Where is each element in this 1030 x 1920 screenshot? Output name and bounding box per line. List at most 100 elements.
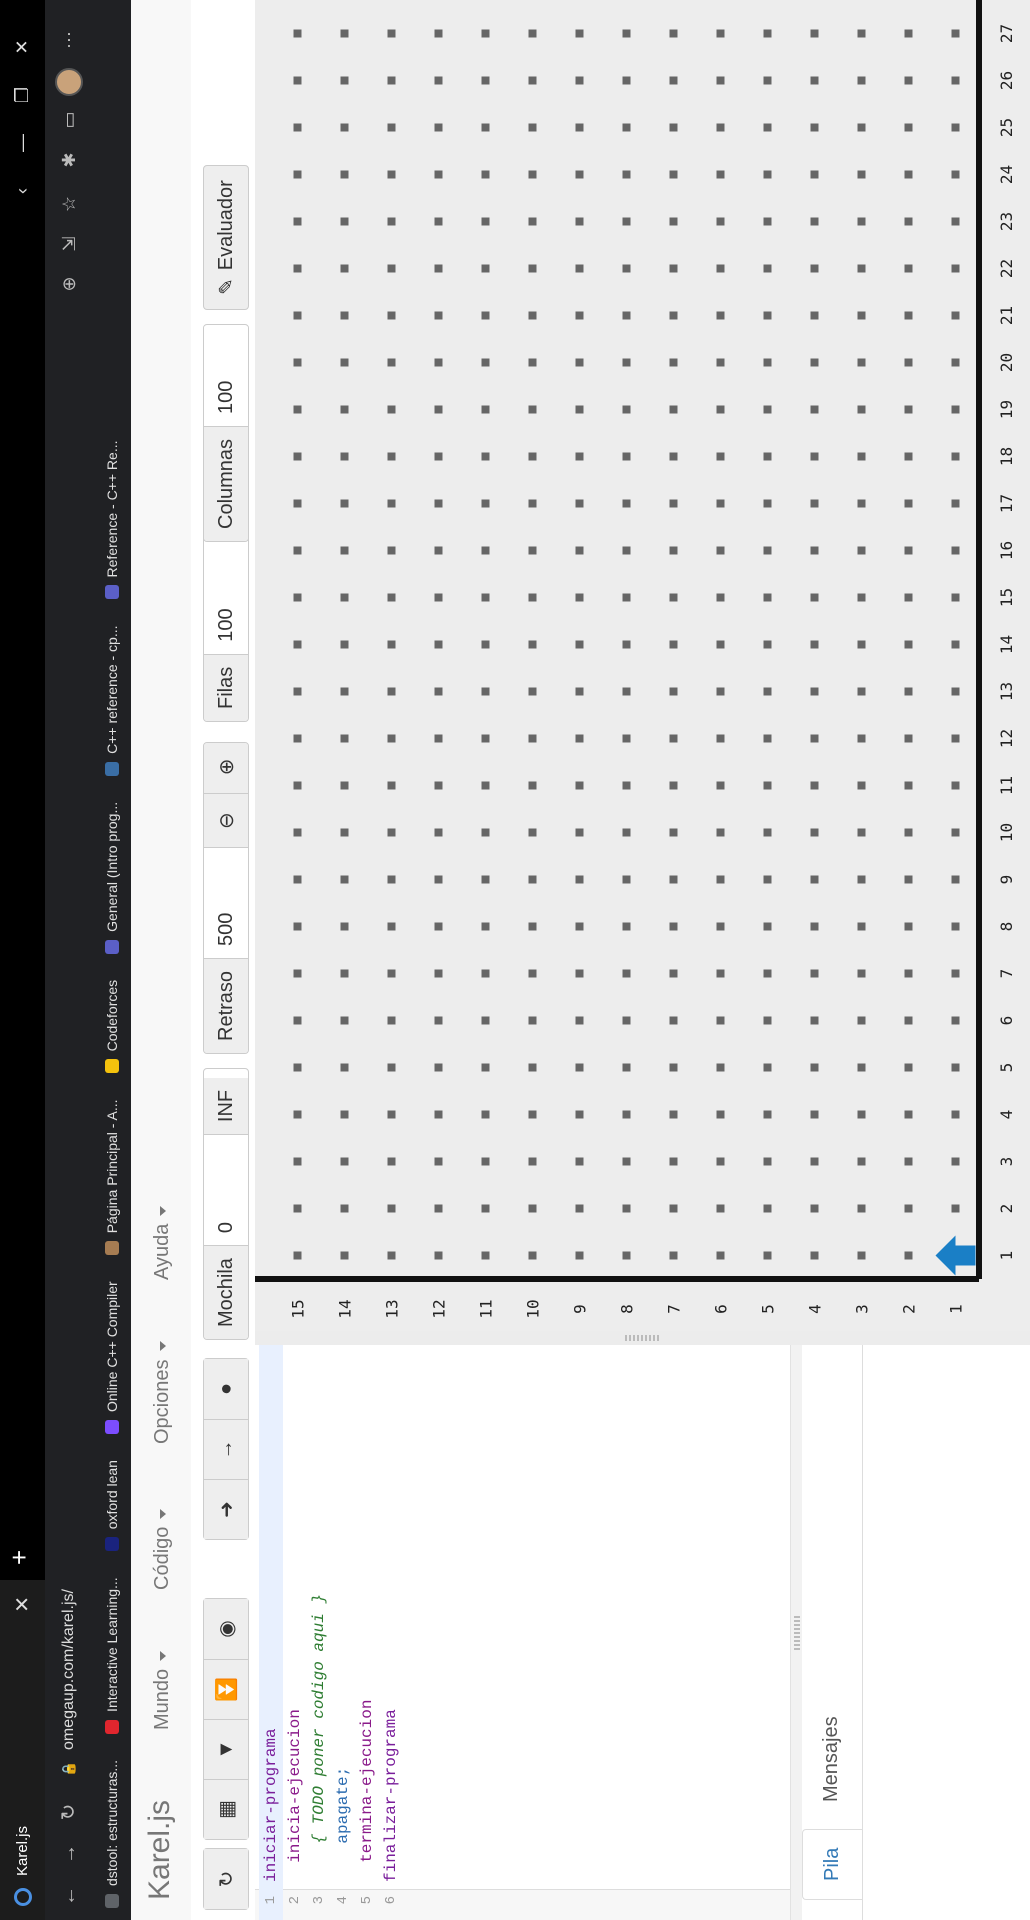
grid-dot <box>481 734 490 743</box>
faster-button[interactable]: ⊕ <box>204 742 248 795</box>
close-tab-icon[interactable]: ✕ <box>10 1596 35 1613</box>
world-canvas[interactable]: 1234567891011121314151234567891011121314… <box>255 0 1030 1331</box>
code-editor[interactable]: 1 iniciar-programa 2 inicia-ejecucion 3 { T… <box>255 1344 790 1920</box>
extensions-icon[interactable]: ✱ <box>53 144 85 176</box>
filas-input[interactable] <box>204 543 248 654</box>
move-button[interactable]: → <box>204 1419 248 1479</box>
karel-world[interactable]: 1 2 3 4 5 6 7 8 9 10 11 12 13 14 15 1 2 3 4 5 6 7 8 9 10 11 12 13 14… <box>255 0 1030 1331</box>
bookmark-item[interactable]: Online C++ Compiler <box>104 1281 120 1435</box>
grid-dot <box>575 781 584 790</box>
new-tab-icon[interactable]: + <box>4 1550 35 1565</box>
bookmark-label: Interactive Learning... <box>104 1577 120 1712</box>
grid-dot <box>481 1157 490 1166</box>
reset-button[interactable]: ↻ <box>204 1849 248 1909</box>
grid-dot <box>951 264 960 273</box>
run-button[interactable]: ⏬ <box>204 1659 248 1719</box>
grid-dot <box>622 1016 631 1025</box>
slower-button[interactable]: ⊖ <box>204 794 248 848</box>
grid-dot <box>904 1063 913 1072</box>
grid-dot <box>669 76 678 85</box>
code-line[interactable]: 4 apagate; <box>331 1345 355 1920</box>
menu-mundo[interactable]: Mundo <box>151 1650 174 1730</box>
site-info-icon[interactable]: 🔒 <box>61 1758 77 1780</box>
bookmark-star-icon[interactable]: ☆ <box>53 188 85 220</box>
info-button[interactable]: ● <box>204 1359 248 1419</box>
code-line[interactable]: 6 finalizar-programa <box>379 1345 403 1920</box>
grid-dot <box>716 76 725 85</box>
grid-dot <box>810 170 819 179</box>
brand[interactable]: Karel.js <box>143 1800 177 1900</box>
grid-dot <box>293 311 302 320</box>
code-line[interactable]: 3 { TODO poner codigo aqui } <box>307 1345 331 1920</box>
mochila-input[interactable] <box>204 1135 248 1246</box>
grid-dot <box>810 828 819 837</box>
bookmark-item[interactable]: oxford lean <box>104 1460 120 1552</box>
inf-button[interactable]: INF <box>204 1077 248 1136</box>
evaluador-button[interactable]: ✎ Evaluador <box>203 165 249 310</box>
retraso-input[interactable] <box>204 847 248 958</box>
close-window-icon[interactable]: ✕ <box>0 24 45 70</box>
bookmark-item[interactable]: Página Principal - A... <box>104 1099 120 1256</box>
chevron-left-icon[interactable]: ‹ <box>0 168 45 214</box>
menu-ayuda[interactable]: Ayuda <box>151 1205 174 1280</box>
back-icon[interactable]: ← <box>53 1880 85 1912</box>
karel-button[interactable]: ➜ <box>204 1479 248 1539</box>
menu-icon[interactable]: ⋯ <box>53 24 85 56</box>
grid-dot <box>293 687 302 696</box>
grid-dot <box>575 546 584 555</box>
bookmark-label: Reference - C++ Re... <box>104 440 120 578</box>
grid-dot <box>387 452 396 461</box>
browser-tab[interactable]: Karel.js ✕ <box>0 1580 45 1920</box>
grid-dot <box>340 29 349 38</box>
vertical-splitter[interactable] <box>255 1331 1030 1345</box>
bookmark-item[interactable]: Reference - C++ Re... <box>104 441 120 600</box>
grid-dot <box>434 1063 443 1072</box>
zoom-icon[interactable]: ⊕ <box>53 268 85 300</box>
menu-codigo[interactable]: Código <box>151 1508 174 1590</box>
grid-dot <box>528 170 537 179</box>
grid-dot <box>528 1204 537 1213</box>
grid-dot <box>763 875 772 884</box>
grid-dot <box>904 1016 913 1025</box>
row-label: 8 <box>618 1304 637 1314</box>
grid-dot <box>293 29 302 38</box>
bookmark-item[interactable]: C++ reference - cp... <box>104 625 120 776</box>
grid-dot <box>669 593 678 602</box>
future-button[interactable]: ◉ <box>204 1599 248 1659</box>
bookmark-item[interactable]: General (Intro prog... <box>104 802 120 954</box>
bookmark-item[interactable]: Codeforces <box>104 980 120 1074</box>
column-label: 18 <box>997 447 1016 466</box>
grid-dot <box>575 969 584 978</box>
reload-icon[interactable]: ↻ <box>53 1796 85 1828</box>
grid-dot <box>481 687 490 696</box>
grid-dot <box>669 1063 678 1072</box>
forward-icon[interactable]: → <box>53 1838 85 1870</box>
install-icon[interactable]: ⇲ <box>53 228 85 260</box>
bookmark-item[interactable]: Interactive Learning... <box>104 1577 120 1734</box>
code-line[interactable]: 1 iniciar-programa <box>259 1345 283 1920</box>
compile-button[interactable]: ▦ <box>204 1779 248 1839</box>
code-line[interactable]: 2 inicia-ejecucion <box>283 1345 307 1920</box>
grid-dot <box>904 1204 913 1213</box>
row-label: 5 <box>759 1304 778 1314</box>
minimize-icon[interactable]: — <box>0 120 45 166</box>
columnas-input[interactable] <box>204 325 248 426</box>
tab-pila[interactable]: Pila <box>802 1828 862 1900</box>
grid-dot <box>951 546 960 555</box>
grid-dot <box>763 123 772 132</box>
code-line[interactable]: 5 termina-ejecucion <box>355 1345 379 1920</box>
grid-dot <box>857 311 866 320</box>
tab-mensajes[interactable]: Mensajes <box>802 1698 861 1820</box>
bookmark-item[interactable]: dstool: estructuras... <box>104 1760 120 1908</box>
code-text: inicia-ejecucion <box>286 1709 304 1863</box>
grid-dot <box>810 1157 819 1166</box>
sidebar-icon[interactable]: ▭ <box>53 104 85 136</box>
grid-dot <box>904 781 913 790</box>
grid-dot <box>904 828 913 837</box>
step-button[interactable]: ▼ <box>204 1719 248 1779</box>
menu-opciones[interactable]: Opciones <box>151 1341 174 1444</box>
maximize-icon[interactable]: ❐ <box>0 72 45 118</box>
profile-avatar[interactable] <box>55 68 83 96</box>
row-label: 12 <box>430 1299 449 1318</box>
address-bar[interactable]: 🔒 omegaup.com/karel.js/ <box>51 300 87 1780</box>
